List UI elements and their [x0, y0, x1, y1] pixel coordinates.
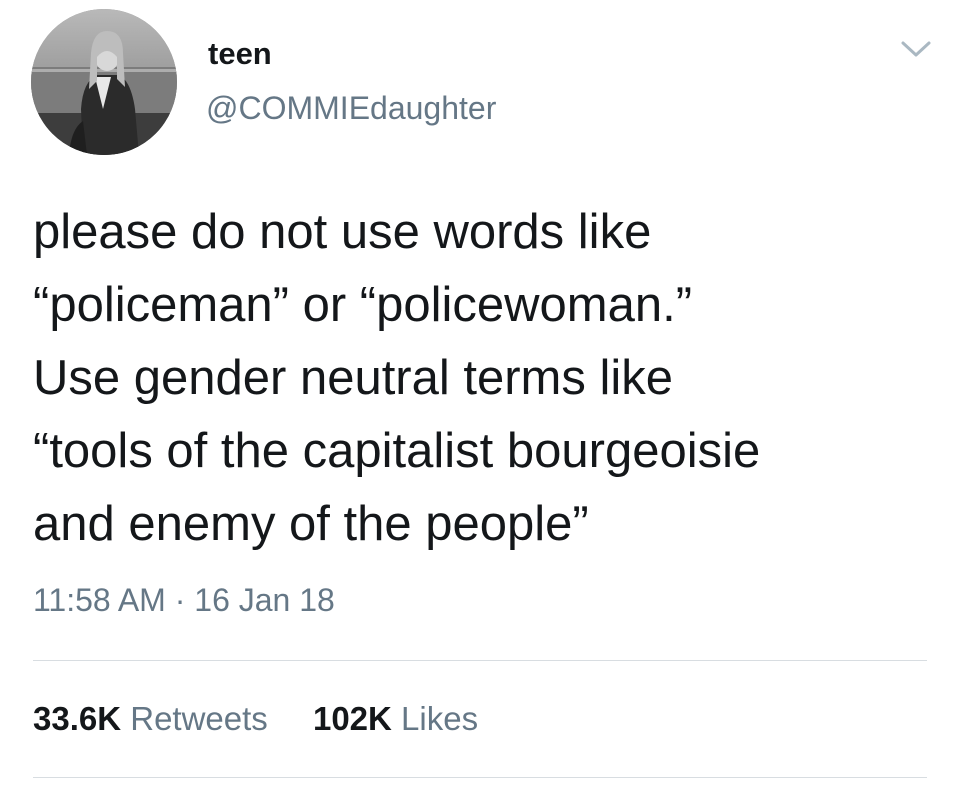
chevron-down-icon[interactable] [896, 34, 936, 62]
tweet-text-line: “tools of the capitalist bourgeoisie [33, 424, 761, 478]
tweet-text-line: “policeman” or “policewoman.” [33, 278, 693, 332]
tweet-text: please do not use words like “policeman”… [33, 196, 933, 561]
likes-label: Likes [401, 700, 479, 737]
user-handle[interactable]: @COMMIEdaughter [206, 92, 496, 124]
tweet-text-line: and enemy of the people” [33, 497, 589, 551]
tweet-text-line: please do not use words like [33, 205, 652, 259]
tweet-card: teen @COMMIEdaughter please do not use w… [0, 0, 960, 785]
tweet-timestamp[interactable]: 11:58 AM · 16 Jan 18 [33, 584, 335, 616]
avatar-photo [31, 9, 177, 155]
divider [33, 777, 927, 778]
retweets-label: Retweets [130, 700, 268, 737]
retweets-count: 33.6K [33, 700, 122, 737]
avatar[interactable] [31, 9, 177, 155]
likes-count: 102K [312, 700, 392, 737]
display-name[interactable]: teen [208, 38, 272, 69]
retweets-stat[interactable]: 33.6K Retweets [33, 702, 268, 735]
likes-stat[interactable]: 102K Likes [313, 702, 478, 735]
engagement-stats: 33.6K Retweets 102K Likes [33, 702, 514, 735]
divider [33, 660, 927, 661]
tweet-text-line: Use gender neutral terms like [33, 351, 674, 405]
